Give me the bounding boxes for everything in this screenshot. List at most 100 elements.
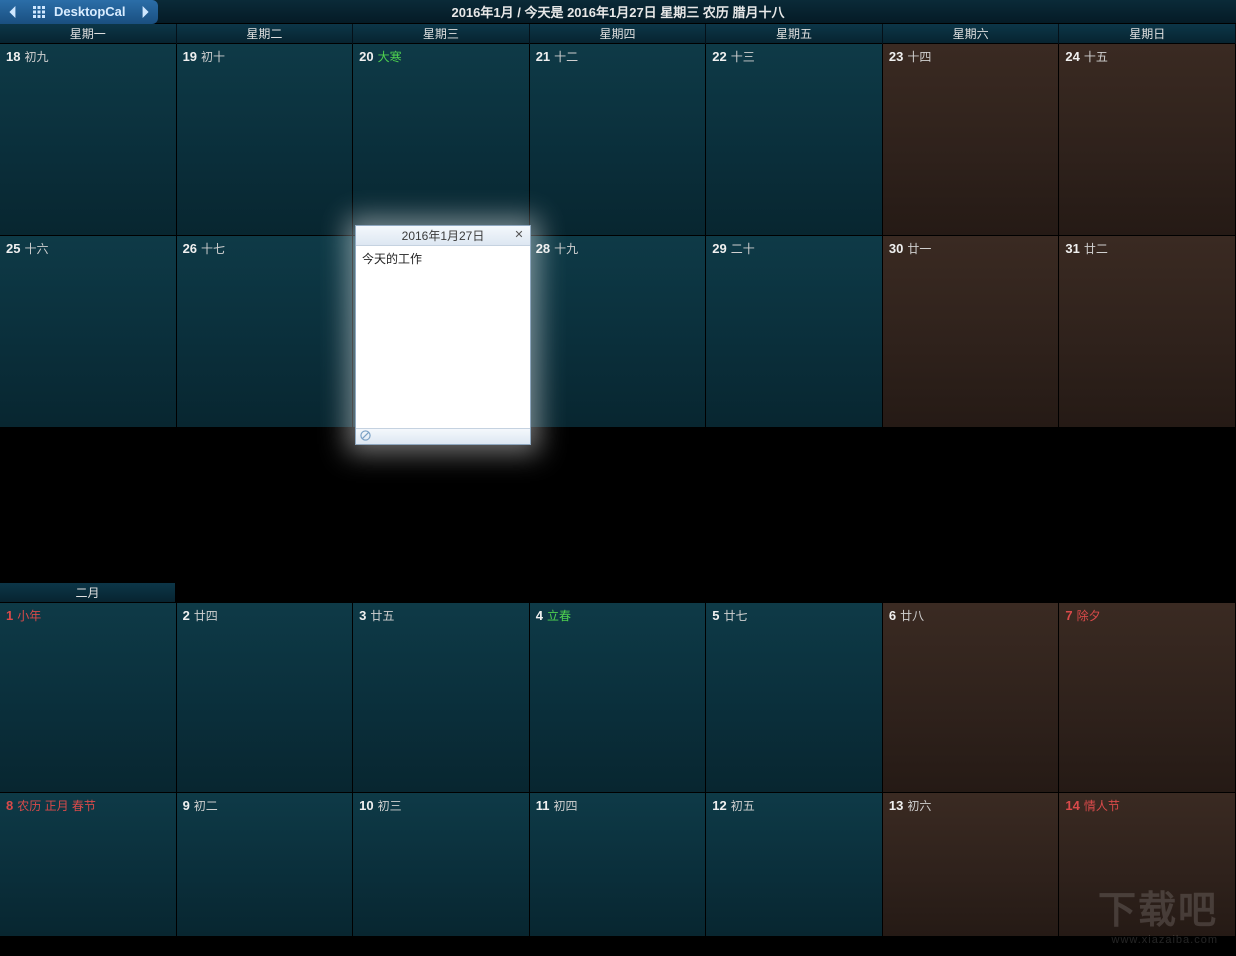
weekday-wed: 星期三 xyxy=(353,24,530,44)
day-number: 28 xyxy=(536,241,550,256)
lunar-label: 十九 xyxy=(554,242,578,256)
note-popup-date: 2016年1月27日 xyxy=(356,227,530,244)
weekday-fri: 星期五 xyxy=(706,24,883,44)
day-number: 6 xyxy=(889,608,896,623)
weekday-sun: 星期日 xyxy=(1059,24,1236,44)
day-cell[interactable]: 28 十九 xyxy=(530,236,707,428)
day-cell[interactable]: 2 廿四 xyxy=(177,603,354,793)
lunar-label: 初九 xyxy=(24,50,48,64)
day-number: 19 xyxy=(183,49,197,64)
lunar-label: 初五 xyxy=(731,799,755,813)
day-number: 18 xyxy=(6,49,20,64)
day-number: 23 xyxy=(889,49,903,64)
day-cell[interactable]: 7除夕 xyxy=(1059,603,1236,793)
grid-icon xyxy=(33,6,45,18)
day-cell[interactable]: 21 十二 xyxy=(530,44,707,236)
day-cell[interactable]: 8农历 正月 春节 xyxy=(0,793,177,937)
day-number: 13 xyxy=(889,798,903,813)
day-number: 30 xyxy=(889,241,903,256)
note-textarea[interactable] xyxy=(356,246,530,428)
next-month-button[interactable] xyxy=(132,0,158,24)
day-number: 5 xyxy=(712,608,719,623)
day-number: 4 xyxy=(536,608,543,623)
lunar-label: 十三 xyxy=(731,50,755,64)
day-cell[interactable]: 24十五 xyxy=(1059,44,1236,236)
lunar-label: 大寒 xyxy=(378,50,402,64)
app-title: DesktopCal xyxy=(52,4,132,19)
day-number: 22 xyxy=(712,49,726,64)
note-popup-footer xyxy=(356,428,530,444)
lunar-label: 初三 xyxy=(378,799,402,813)
day-cell[interactable]: 4 立春 xyxy=(530,603,707,793)
note-popup-titlebar[interactable]: 2016年1月27日 ✕ xyxy=(356,226,530,246)
day-cell[interactable]: 29 二十 xyxy=(706,236,883,428)
calendar-row: 1 小年 2 廿四 3 廿五 4 立春 5 廿七 6 廿八 7除夕 xyxy=(0,603,1236,793)
lunar-label: 二十 xyxy=(731,242,755,256)
day-number: 1 xyxy=(6,608,13,623)
day-cell[interactable]: 9 初二 xyxy=(177,793,354,937)
lunar-label: 廿四 xyxy=(194,609,218,623)
day-number: 29 xyxy=(712,241,726,256)
day-cell[interactable]: 30 廿一 xyxy=(883,236,1060,428)
lunar-label: 十二 xyxy=(554,50,578,64)
day-cell[interactable]: 1 小年 xyxy=(0,603,177,793)
lunar-label: 廿七 xyxy=(724,609,748,623)
month-label-feb: 二月 xyxy=(0,583,176,603)
day-cell[interactable]: 31廿二 xyxy=(1059,236,1236,428)
day-cell[interactable]: 12 初五 xyxy=(706,793,883,937)
lunar-label: 廿五 xyxy=(370,609,394,623)
day-cell[interactable]: 22 十三 xyxy=(706,44,883,236)
lunar-label: 廿八 xyxy=(900,609,924,623)
day-number: 24 xyxy=(1065,49,1079,64)
day-number: 11 xyxy=(536,798,550,813)
day-number: 12 xyxy=(712,798,726,813)
lunar-label: 初二 xyxy=(194,799,218,813)
lunar-label: 十七 xyxy=(201,242,225,256)
lunar-label: 小年 xyxy=(17,609,41,623)
day-number: 21 xyxy=(536,49,550,64)
day-number: 25 xyxy=(6,241,20,256)
lunar-label: 初四 xyxy=(553,799,577,813)
nav-group: DesktopCal xyxy=(0,0,158,24)
day-number: 2 xyxy=(183,608,190,623)
day-cell[interactable]: 23 十四 xyxy=(883,44,1060,236)
calendar-row: 8农历 正月 春节9初二10初三11初四12初五13初六14情人节 xyxy=(0,793,1236,937)
lunar-label: 十六 xyxy=(24,242,48,256)
day-cell[interactable]: 3 廿五 xyxy=(353,603,530,793)
lunar-label: 情人节 xyxy=(1084,799,1120,813)
day-number: 3 xyxy=(359,608,366,623)
top-bar: DesktopCal 2016年1月 / 今天是 2016年1月27日 星期三 … xyxy=(0,0,1236,24)
calendar-row: 18 初九 19 初十 20 大寒 21 十二 22 十三 23 十四 24十五 xyxy=(0,44,1236,236)
day-cell[interactable]: 25 十六 xyxy=(0,236,177,428)
day-cell[interactable]: 10初三 xyxy=(353,793,530,937)
lunar-label: 十四 xyxy=(907,50,931,64)
arrow-left-icon xyxy=(7,6,19,18)
day-cell[interactable]: 26 十七 xyxy=(177,236,354,428)
apps-grid-button[interactable] xyxy=(26,0,52,24)
weekday-thu: 星期四 xyxy=(530,24,707,44)
prohibit-icon[interactable] xyxy=(360,430,371,444)
day-number: 20 xyxy=(359,49,373,64)
day-cell[interactable]: 14情人节 xyxy=(1059,793,1236,937)
note-popup: 2016年1月27日 ✕ xyxy=(355,225,531,445)
arrow-right-icon xyxy=(139,6,151,18)
day-cell[interactable]: 5 廿七 xyxy=(706,603,883,793)
calendar-row: 25 十六 26 十七 28 十九 29 二十 30 廿一 31廿二 xyxy=(0,236,1236,428)
day-cell[interactable]: 6 廿八 xyxy=(883,603,1060,793)
day-cell[interactable]: 18 初九 xyxy=(0,44,177,236)
day-number: 9 xyxy=(183,798,190,813)
lunar-label: 廿一 xyxy=(907,242,931,256)
weekday-tue: 星期二 xyxy=(177,24,354,44)
day-number: 26 xyxy=(183,241,197,256)
day-cell[interactable]: 13初六 xyxy=(883,793,1060,937)
close-button[interactable]: ✕ xyxy=(512,228,526,242)
lunar-label: 初十 xyxy=(201,50,225,64)
lunar-label: 农历 正月 春节 xyxy=(17,799,96,813)
date-summary: 2016年1月 / 今天是 2016年1月27日 星期三 农历 腊月十八 xyxy=(0,2,1236,21)
lunar-label: 立春 xyxy=(547,609,571,623)
day-cell[interactable]: 11初四 xyxy=(530,793,707,937)
prev-month-button[interactable] xyxy=(0,0,26,24)
day-cell[interactable]: 20 大寒 xyxy=(353,44,530,236)
close-icon: ✕ xyxy=(514,229,523,241)
day-cell[interactable]: 19 初十 xyxy=(177,44,354,236)
